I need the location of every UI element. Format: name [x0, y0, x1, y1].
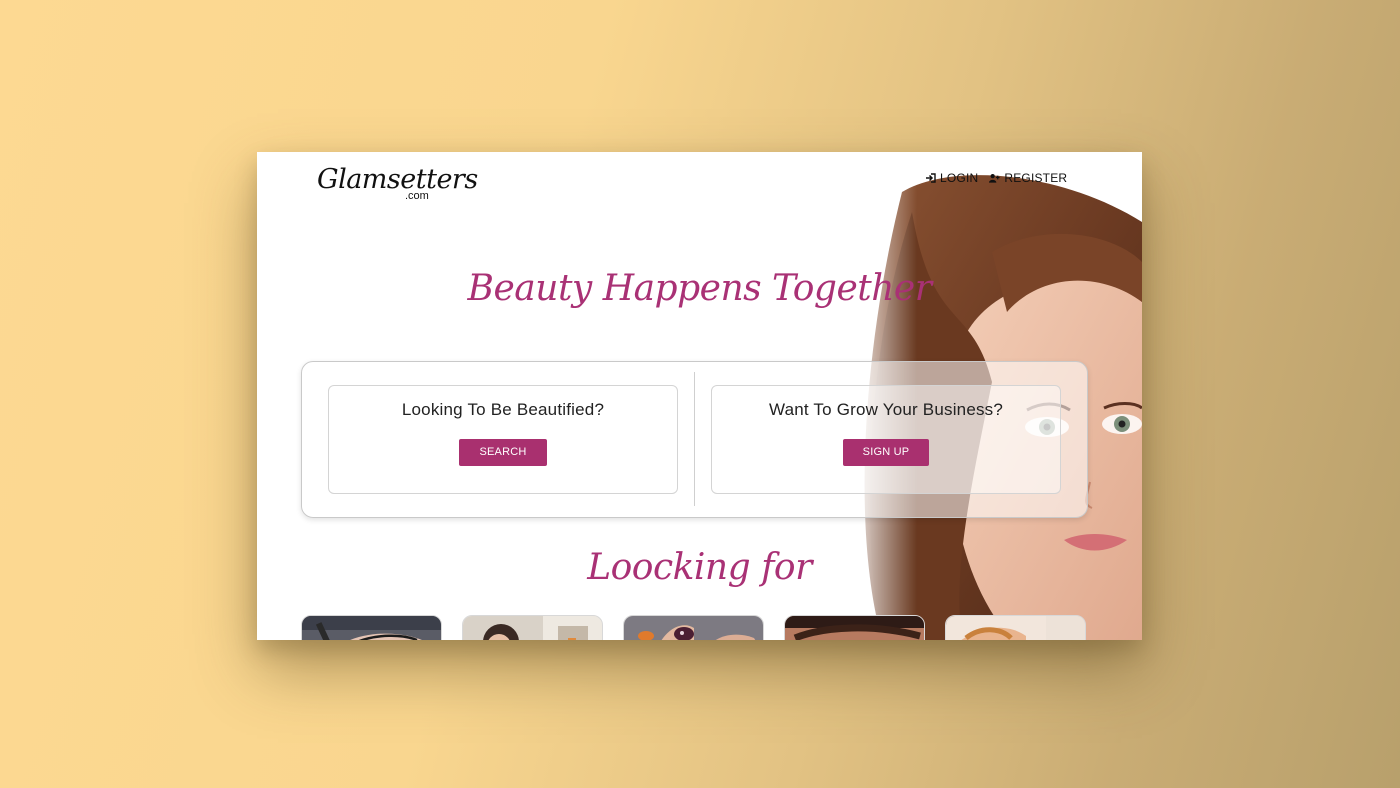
cta-panel: Looking To Be Beautified? SEARCH Want To…: [301, 361, 1088, 518]
facial-image: [946, 616, 1085, 640]
register-label: REGISTER: [1004, 171, 1068, 185]
eyebrows-image: [785, 616, 924, 640]
cta-divider: [694, 372, 695, 506]
site-logo[interactable]: Glamsetters .com: [317, 166, 478, 206]
logo-domain: .com: [405, 190, 429, 202]
business-cta-title: Want To Grow Your Business?: [768, 400, 1004, 419]
register-link[interactable]: REGISTER: [989, 171, 1067, 185]
service-thumb-hair-styling[interactable]: [462, 615, 603, 640]
service-thumb-eye-makeup[interactable]: [301, 615, 442, 640]
services-heading: Loocking for: [587, 547, 812, 588]
top-nav: LOGIN REGISTER: [925, 171, 1067, 185]
service-thumb-nail-art[interactable]: [623, 615, 764, 640]
customer-cta-card: Looking To Be Beautified? SEARCH: [328, 385, 678, 494]
hair-styling-image: [463, 616, 602, 640]
service-thumb-facial[interactable]: [945, 615, 1086, 640]
business-cta-card: Want To Grow Your Business? SIGN UP: [711, 385, 1061, 494]
login-label: LOGIN: [940, 171, 979, 185]
search-button[interactable]: SEARCH: [459, 439, 547, 466]
nail-art-image: [624, 616, 763, 640]
service-thumb-eyebrows[interactable]: [784, 615, 925, 640]
website-window: Glamsetters .com LOGIN REGISTER Beauty H…: [257, 152, 1142, 640]
customer-cta-title: Looking To Be Beautified?: [401, 400, 605, 419]
sign-up-button[interactable]: SIGN UP: [842, 439, 930, 466]
hero-tagline: Beauty Happens Together: [467, 268, 932, 309]
user-plus-icon: [989, 174, 1000, 183]
login-link[interactable]: LOGIN: [925, 171, 978, 185]
eye-makeup-image: [302, 616, 441, 640]
sign-in-icon: [926, 173, 936, 183]
